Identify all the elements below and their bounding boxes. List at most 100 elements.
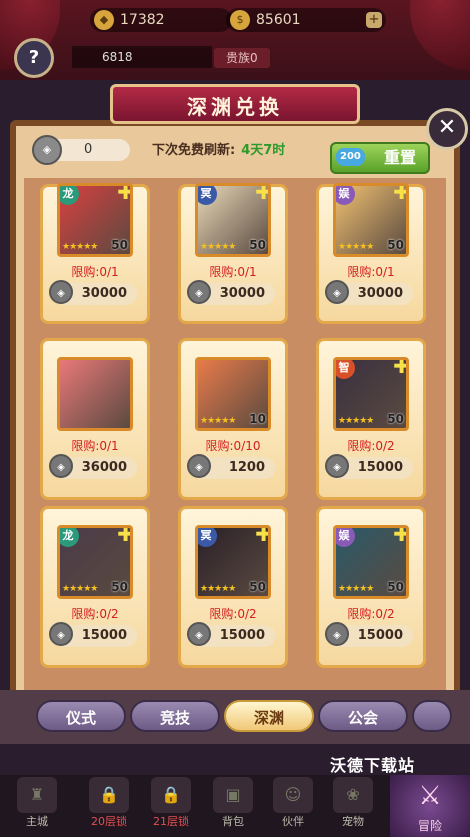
fragment-icon: ✚ [117,183,133,204]
abyss-token-icon: ◈ [32,135,62,165]
purchase-limit: 限购:0/1 [71,439,119,453]
resource-1-icon: ◆ [94,10,114,30]
purchase-limit: 限购:0/1 [209,265,257,279]
star-rating: ★★★★★ [200,584,236,594]
nav-label: 主城 [26,815,48,828]
abyss-token-icon: ◈ [49,280,73,304]
watermark: 沃德下载站 [330,756,416,775]
price-value: 30000 [81,286,127,301]
element-badge: 龙 [60,528,79,547]
item-quantity: 50 [111,238,128,252]
hero-portrait: 娱 ✚ ★★★★★ 50 [333,525,409,599]
price-value: 15000 [357,460,403,475]
shop-item-card[interactable]: 冥 ✚ ★★★★★ 50 限购:0/1 ◈ 30000 [178,183,288,324]
element-badge: 冥 [198,528,217,547]
shop-item-card[interactable]: 娱 ✚ ★★★★★ 50 限购:0/1 ◈ 30000 [316,183,426,324]
fragment-icon: ✚ [393,183,409,204]
abyss-token-icon: ◈ [187,280,211,304]
nav-adventure[interactable]: ⚔ 冒险 [390,775,470,837]
element-badge: 娱 [336,528,355,547]
shop-item-card[interactable]: 龙 ✚ ★★★★★ 50 限购:0/2 ◈ 15000 [40,506,150,668]
nav-pet[interactable]: ❀ 宠物 [326,775,380,837]
item-quantity: 50 [249,238,266,252]
price-value: 15000 [81,628,127,643]
fragment-icon: ✚ [255,525,271,546]
refresh-label: 下次免费刷新: [152,143,236,158]
hero-portrait: 智 ✚ ★★★★★ 50 [333,357,409,431]
price-tag: ◈ 36000 [49,454,137,479]
shop-item-card[interactable]: 冥 ✚ ★★★★★ 50 限购:0/2 ◈ 15000 [178,506,288,668]
adventure-label: 冒险 [417,819,442,833]
abyss-token-icon: ◈ [49,622,73,646]
price-tag: ◈ 15000 [187,622,275,647]
power-value: 6818 [102,50,133,64]
shop-item-card[interactable]: 限购:0/1 ◈ 36000 [40,338,150,500]
shop-item-card[interactable]: 智 ✚ ★★★★★ 50 限购:0/2 ◈ 15000 [316,338,426,500]
pet-icon: ❀ [333,777,373,813]
purchase-limit: 限购:0/2 [209,607,257,621]
fragment-icon: ✚ [117,525,133,546]
hero-portrait: 冥 ✚ ★★★★★ 50 [195,183,271,257]
castle-icon: ♜ [17,777,57,813]
tab-abyss[interactable]: 深渊 [224,700,314,732]
tab-more[interactable] [412,700,452,732]
nav-partner[interactable]: ☺ 伙伴 [266,775,320,837]
price-tag: ◈ 1200 [187,454,275,479]
bag-icon: ▣ [213,777,253,813]
shop-item-card[interactable]: 娱 ✚ ★★★★★ 50 限购:0/2 ◈ 15000 [316,506,426,668]
purchase-limit: 限购:0/2 [347,607,395,621]
diamond-cost: 200 [336,148,365,166]
crossed-swords-icon: ⚔ [418,781,442,811]
purchase-limit: 限购:0/1 [71,265,119,279]
gold-value: 85601 [256,12,301,28]
treasure-chest-icon [57,357,133,431]
close-button[interactable]: ✕ [426,108,468,150]
abyss-token-icon: ◈ [49,454,73,478]
tab-guild[interactable]: 公会 [318,700,408,732]
hero-portrait: 龙 ✚ ★★★★★ 50 [57,525,133,599]
refresh-info: 下次免费刷新: 4天7时 [152,139,285,158]
star-rating: ★★★★★ [62,242,98,252]
price-value: 1200 [228,460,265,475]
token-counter: ◈ 0 [32,135,130,165]
resource-1-value: 17382 [120,12,165,28]
item-quantity: 50 [111,580,128,594]
nav-main-city[interactable]: ♜ 主城 [10,775,64,837]
element-badge: 智 [336,360,355,379]
nav-label: 伙伴 [282,815,304,828]
shop-item-card[interactable]: ★★★★★ 10 限购:0/10 ◈ 1200 [178,338,288,500]
star-rating: ★★★★★ [338,242,374,252]
reset-button[interactable]: 200 重置 [330,142,430,174]
refresh-time: 4天7时 [241,143,286,158]
hero-portrait: 娱 ✚ ★★★★★ 50 [333,183,409,257]
abyss-token-icon: ◈ [325,622,349,646]
item-quantity: 50 [387,412,404,426]
element-badge: 龙 [60,186,79,205]
nav-bag[interactable]: ▣ 背包 [206,775,260,837]
fragment-icon: ✚ [393,525,409,546]
shop-item-card[interactable]: 龙 ✚ ★★★★★ 50 限购:0/1 ◈ 30000 [40,183,150,324]
add-gold-button[interactable]: + [366,12,382,28]
price-tag: ◈ 15000 [49,622,137,647]
noble-badge[interactable]: 贵族0 [214,48,270,68]
gold-coin-icon: $ [230,10,250,30]
price-value: 15000 [357,628,403,643]
price-tag: ◈ 15000 [325,454,413,479]
token-count: 0 [84,142,93,157]
nav-locked-21[interactable]: 🔒 21层锁 [144,775,198,837]
element-badge: 娱 [336,186,355,205]
partner-icon: ☺ [273,777,313,813]
top-bar: ◆ 17382 $ 85601 + ? 6818 贵族0 [0,0,470,80]
abyss-token-icon: ◈ [187,454,211,478]
puzzle-piece-icon: ★★★★★ 10 [195,357,271,431]
help-button[interactable]: ? [14,38,54,78]
nav-locked-20[interactable]: 🔒 20层锁 [82,775,136,837]
lock-icon: 🔒 [151,777,191,813]
lock-icon: 🔒 [89,777,129,813]
hero-portrait: 龙 ✚ ★★★★★ 50 [57,183,133,257]
price-value: 30000 [219,286,265,301]
tab-ritual[interactable]: 仪式 [36,700,126,732]
tab-arena[interactable]: 竞技 [130,700,220,732]
curtain-right [410,0,470,70]
price-tag: ◈ 30000 [187,280,275,305]
